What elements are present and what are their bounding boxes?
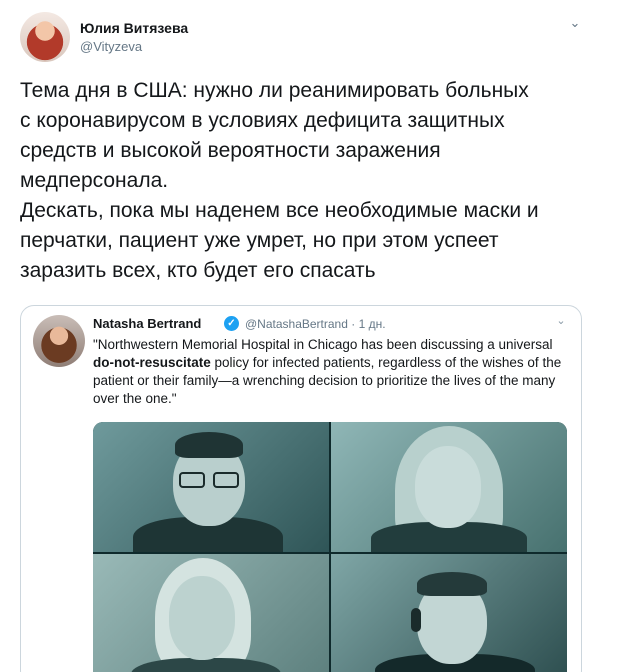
tweet-text-line: с коронавирусом в условиях дефицита защи… (20, 109, 505, 132)
quoted-author-name[interactable]: Natasha Bertrand (93, 316, 201, 331)
tweet-text: Тема дня в США: нужно ли реанимировать б… (20, 76, 600, 286)
chevron-down-icon[interactable]: ⌄ (566, 14, 584, 32)
tweet-text-line: Тема дня в США: нужно ли реанимировать б… (20, 79, 529, 102)
tweet-text-line: средств и высокой вероятности заражения (20, 139, 441, 162)
quoted-author-avatar[interactable] (33, 315, 85, 367)
video-tile-woman-long-hair (331, 422, 567, 552)
quoted-tweet[interactable]: Natasha Bertrand ✓ @NatashaBertrand · 1 … (20, 305, 582, 672)
video-tile-woman-blonde (93, 554, 329, 672)
author-handle[interactable]: @Vityzeva (80, 39, 142, 54)
verified-icon: ✓ (224, 316, 239, 331)
tweet-text-line: перчатки, пациент уже умрет, но при этом… (20, 229, 499, 252)
author-avatar[interactable] (20, 12, 70, 62)
tweet-text-line: заразить всех, кто будет его спасать (20, 259, 376, 282)
tweet-card: Юлия Витязева @Vityzeva ⌄ Тема дня в США… (0, 0, 620, 672)
chevron-down-icon[interactable]: ⌄ (553, 314, 569, 330)
tweet-text-line: медперсонала. (20, 169, 169, 192)
author-name[interactable]: Юлия Витязева (80, 20, 188, 36)
quoted-tweet-text: "Northwestern Memorial Hospital in Chica… (93, 336, 571, 408)
quoted-text-part: "Northwestern Memorial Hospital in Chica… (93, 337, 553, 352)
video-call-image[interactable] (93, 422, 567, 672)
tweet-text-line: Дескать, пока мы наденем все необходимые… (20, 199, 539, 222)
quoted-author-handle[interactable]: @NatashaBertrand · 1 дн. (245, 317, 386, 331)
quoted-text-bold: do-not-resuscitate (93, 355, 211, 370)
video-tile-man-headphones (331, 554, 567, 672)
video-tile-man-glasses (93, 422, 329, 552)
